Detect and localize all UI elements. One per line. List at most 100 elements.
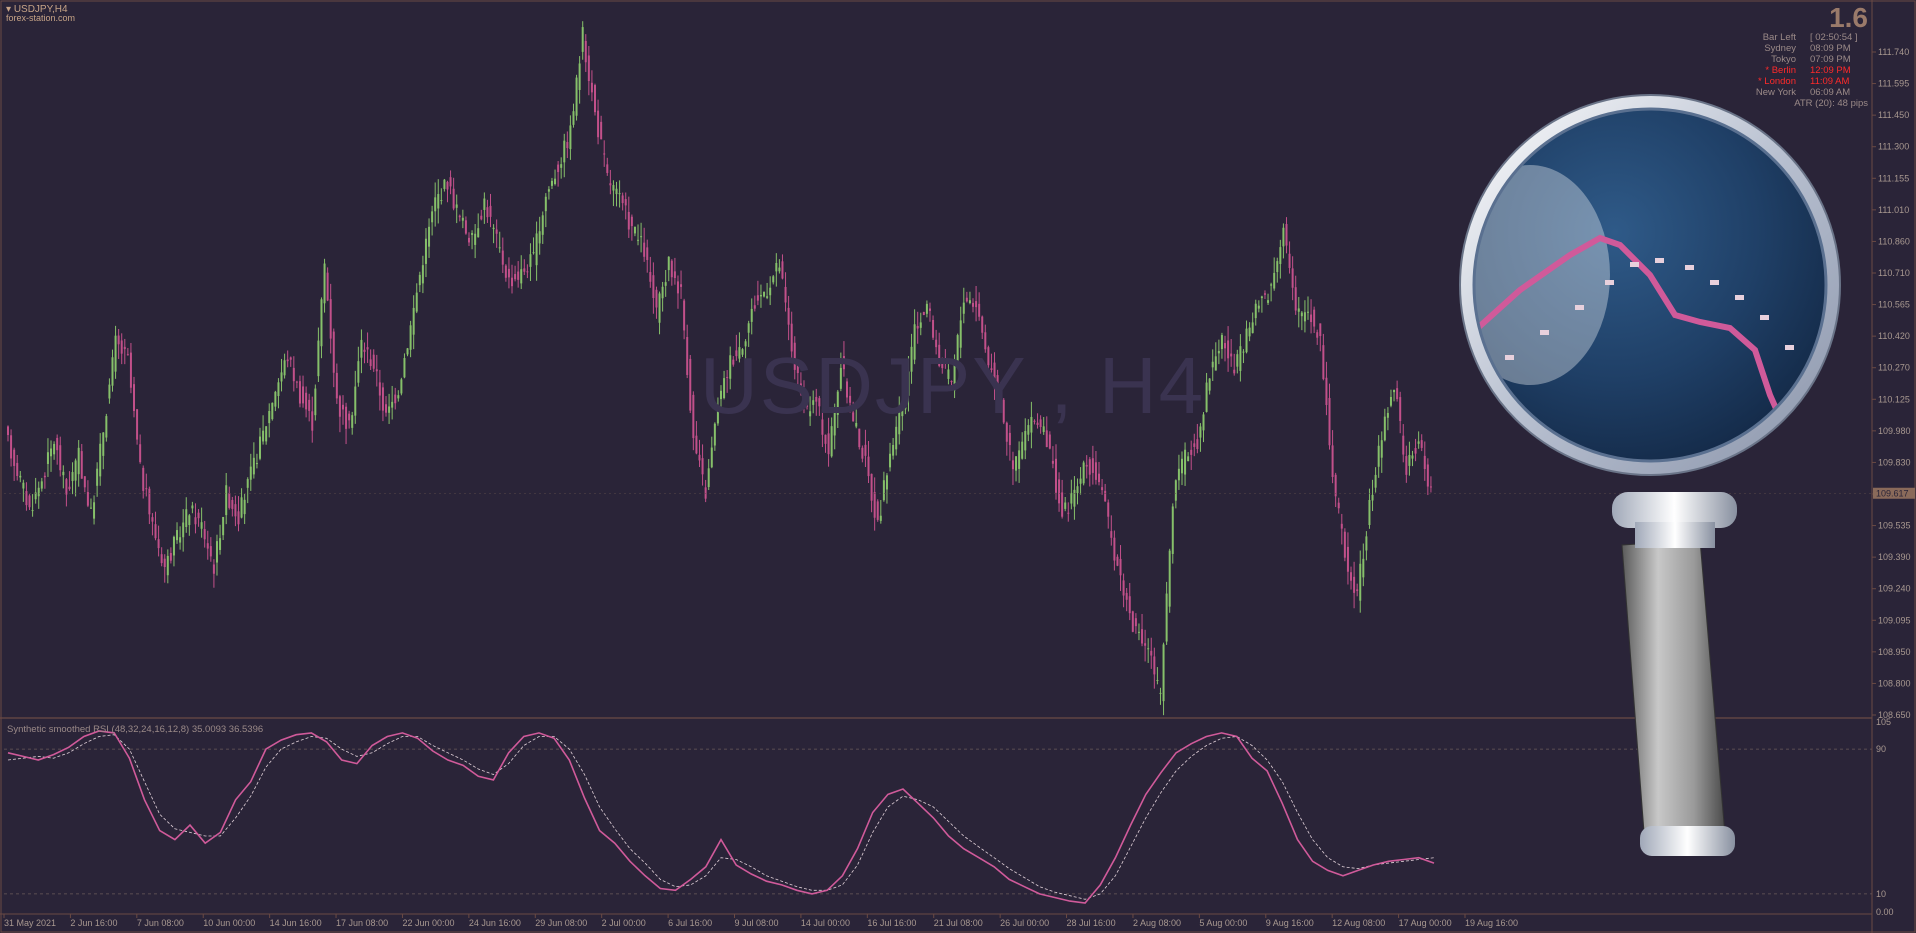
zoomed-signal-dash [1655,258,1664,263]
candle-body [154,524,157,539]
candle-body [590,82,593,93]
candle-body [1368,499,1371,526]
candle-body [1036,422,1039,425]
candle-body [105,416,108,438]
candle-body [446,181,449,190]
candle-body [1408,454,1411,466]
trading-chart-window[interactable]: 111.740 111.595 111.450 111.300 111.155 111.0… [0,0,1916,933]
price-axis-label: 110.860 [1878,236,1910,246]
time-axis-label: 9 Aug 16:00 [1266,918,1314,928]
candle-body [972,302,975,307]
candle-body [197,512,200,519]
zoomed-signal-dash [1505,355,1514,360]
candle-body [664,282,667,286]
candle-body [1042,426,1045,432]
candle-body [40,481,43,489]
candle-body [572,111,575,125]
candle-body [996,375,999,397]
candle-body [1091,458,1094,473]
time-axis-label: 22 Jun 00:00 [402,918,454,928]
candle-body [606,164,609,173]
candle-body [228,493,231,508]
candle-body [209,546,212,557]
time-axis-label: 17 Aug 00:00 [1399,918,1452,928]
candle-body [406,348,409,355]
candle-body [615,188,618,195]
candle-body [1177,468,1180,481]
candle-body [870,473,873,501]
candle-body [1245,328,1248,353]
price-axis-label: 111.740 [1878,47,1909,57]
candle-body [723,378,726,399]
candle-body [240,497,243,518]
candle-body [357,361,360,383]
candle-body [1353,576,1356,593]
candle-body [271,402,274,420]
candle-body [879,515,882,521]
candle-body [904,385,907,410]
candle-body [160,554,163,564]
candle-body [123,346,126,350]
candle-body [824,434,827,444]
candle-body [885,475,888,490]
candle-body [311,411,314,431]
price-axis-label: 109.980 [1878,426,1911,436]
candle-body [689,358,692,411]
candle-body [932,319,935,338]
zoomed-signal-dash [1630,262,1639,267]
chart-canvas[interactable]: 111.740 111.595 111.450 111.300 111.155 111.0… [0,0,1916,933]
candle-body [944,361,947,364]
candle-body [756,295,759,301]
candle-body [255,463,258,465]
info-row: * Berlin 12:09 PM [1756,65,1868,76]
candle-body [941,364,944,369]
candle-body [713,423,716,446]
magnifier-neck [1635,522,1715,548]
candle-body [176,530,179,541]
candle-body [852,412,855,422]
candle-body [1383,416,1386,441]
candle-body [1233,369,1236,374]
candle-body [314,388,317,416]
candle-body [633,226,636,234]
candle-body [1340,523,1343,529]
candle-body [1297,308,1300,312]
candle-body [289,357,292,360]
candle-body [120,340,123,354]
candle-body [842,356,845,370]
candle-body [345,406,348,429]
candle-body [603,153,606,155]
candle-body [1334,474,1337,497]
candle-body [1064,502,1067,509]
candle-body [1021,441,1024,459]
candle-body [62,471,65,476]
zoomed-signal-dash [1685,265,1694,270]
candle-body [268,411,271,424]
candle-body [1251,322,1254,334]
price-axis-label: 111.155 [1878,173,1909,183]
candle-body [1236,354,1239,367]
candle-body [597,110,600,138]
candle-body [200,522,203,529]
price-axis-label: 109.095 [1878,615,1911,625]
candle-body [22,482,25,489]
info-row: Tokyo 07:09 PM [1756,54,1868,65]
candle-body [763,291,766,297]
candle-body [206,543,209,549]
candle-body [707,468,710,488]
candle-body [394,394,397,404]
candle-body [163,558,166,568]
candle-body [1402,435,1405,455]
candle-body [935,339,938,348]
candle-body [993,362,996,389]
candle-body [243,499,246,515]
candle-body [680,284,683,287]
price-axis-label: 110.270 [1878,363,1910,373]
candle-body [194,517,197,525]
candle-body [1248,327,1251,337]
candle-body [1365,536,1368,551]
candle-body [769,287,772,296]
info-label: New York [1755,87,1796,98]
candle-body [1346,546,1349,572]
candle-body [550,180,553,186]
